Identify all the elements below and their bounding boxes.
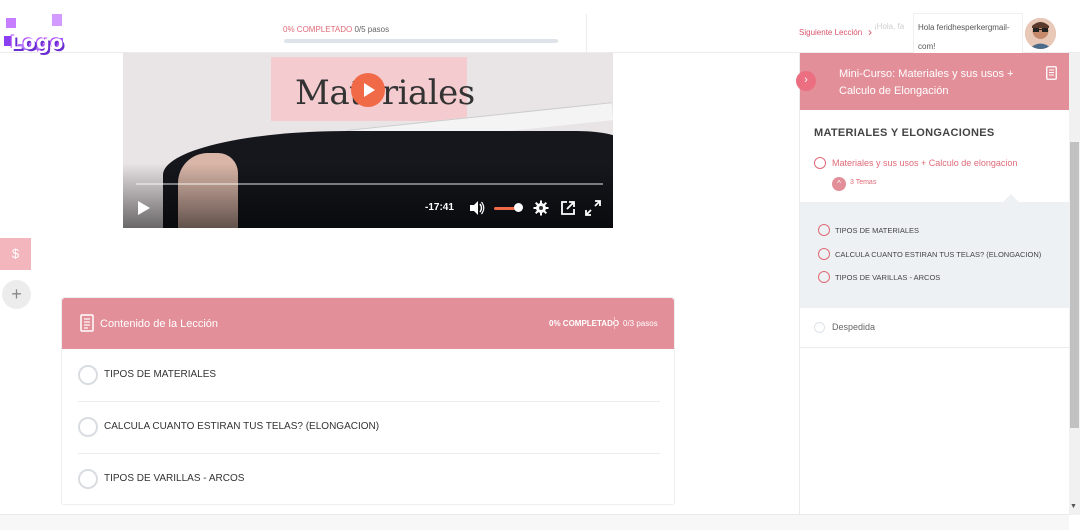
- course-progress-bar: [284, 39, 558, 43]
- sidebar-topic-label[interactable]: TIPOS DE VARILLAS - ARCOS: [835, 273, 940, 282]
- topics-count[interactable]: 3 Temas: [850, 179, 876, 186]
- lesson-content-card: Contenido de la Lección 0% COMPLETADO 0/…: [61, 297, 675, 505]
- bottom-strip: [0, 514, 1069, 530]
- greeting-text: ¡Hola, fa: [874, 22, 905, 31]
- topics-panel: TIPOS DE MATERIALES CALCULA CUANTO ESTIR…: [800, 202, 1070, 308]
- document-icon: [80, 314, 94, 332]
- header-divider: [586, 14, 587, 52]
- header-separator: [614, 317, 615, 329]
- status-circle-icon[interactable]: [818, 248, 830, 260]
- next-lesson-link[interactable]: Siguiente Lección: [799, 28, 862, 37]
- course-progress-text: 0% COMPLETADO 0/5 pasos: [283, 25, 389, 34]
- lesson-content-header: Contenido de la Lección 0% COMPLETADO 0/…: [62, 298, 674, 349]
- user-email-text: Hola feridhesperkergmail-com!: [918, 23, 1010, 51]
- avatar[interactable]: [1025, 18, 1056, 49]
- page-root: Logo 0% COMPLETADO 0/5 pasos Siguiente L…: [0, 0, 1080, 530]
- status-circle-icon[interactable]: [818, 271, 830, 283]
- play-icon[interactable]: [137, 201, 151, 215]
- sidebar-lesson-label[interactable]: Despedida: [832, 322, 875, 332]
- scroll-down-arrow-icon[interactable]: ▼: [1070, 503, 1077, 510]
- volume-slider-handle[interactable]: [514, 203, 523, 212]
- top-bar: Logo 0% COMPLETADO 0/5 pasos Siguiente L…: [0, 0, 1080, 54]
- user-tooltip: Hola feridhesperkergmail-com!: [913, 13, 1023, 53]
- status-circle-icon[interactable]: [78, 469, 98, 489]
- lesson-topic-item[interactable]: CALCULA CUANTO ESTIRAN TUS TELAS? (ELONG…: [78, 401, 660, 453]
- status-circle-icon[interactable]: [818, 224, 830, 236]
- video-title: Materiales: [295, 73, 475, 113]
- logo[interactable]: Logo: [4, 14, 64, 54]
- play-overlay-button[interactable]: [351, 73, 385, 107]
- lesson-content-title: Contenido de la Lección: [100, 318, 219, 330]
- status-circle-icon[interactable]: [78, 365, 98, 385]
- course-title[interactable]: Mini-Curso: Materiales y sus usos + Calc…: [839, 66, 1029, 100]
- external-link-icon[interactable]: [560, 200, 576, 216]
- volume-icon[interactable]: [469, 200, 485, 216]
- chevron-right-icon[interactable]: ›: [868, 25, 872, 39]
- lesson-topic-label: TIPOS DE MATERIALES: [104, 369, 217, 380]
- status-circle-icon[interactable]: [814, 157, 826, 169]
- sidebar-header: Mini-Curso: Materiales y sus usos + Calc…: [800, 53, 1070, 110]
- sidebar-lesson-label[interactable]: Materiales y sus usos + Calculo de elong…: [832, 158, 1017, 168]
- lesson-progress-steps: 0/3 pasos: [623, 319, 658, 328]
- add-button[interactable]: +: [2, 280, 31, 309]
- video-player[interactable]: Materiales -17:41: [123, 53, 613, 228]
- lesson-topic-label: TIPOS DE VARILLAS - ARCOS: [104, 473, 245, 484]
- course-sidebar: Mini-Curso: Materiales y sus usos + Calc…: [796, 53, 1070, 530]
- gear-icon[interactable]: [533, 200, 549, 216]
- lesson-topic-item[interactable]: TIPOS DE VARILLAS - ARCOS: [78, 453, 660, 505]
- sidebar-topic-label[interactable]: TIPOS DE MATERIALES: [835, 226, 919, 235]
- chevron-up-icon[interactable]: ^: [832, 177, 846, 191]
- sidebar-divider: [800, 347, 1070, 348]
- video-controls-gradient: [123, 163, 613, 228]
- sidebar-toggle-button[interactable]: ›: [796, 71, 816, 91]
- dollar-button[interactable]: $: [0, 238, 31, 270]
- video-scrubber[interactable]: [136, 183, 603, 185]
- logo-text: Logo: [10, 32, 64, 54]
- document-icon: [1046, 66, 1057, 80]
- status-circle-icon[interactable]: [78, 417, 98, 437]
- lesson-topic-label: CALCULA CUANTO ESTIRAN TUS TELAS? (ELONG…: [104, 421, 380, 432]
- fullscreen-icon[interactable]: [585, 200, 601, 216]
- scrollbar-thumb[interactable]: [1070, 142, 1079, 428]
- course-progress-steps: 0/5 pasos: [354, 25, 390, 34]
- sidebar-topic-label[interactable]: CALCULA CUANTO ESTIRAN TUS TELAS? (ELONG…: [835, 250, 1041, 259]
- section-title: MATERIALES Y ELONGACIONES: [814, 127, 995, 139]
- lesson-topic-item[interactable]: TIPOS DE MATERIALES: [78, 349, 660, 401]
- lesson-progress-pct: 0% COMPLETADO: [549, 319, 620, 328]
- video-time-remaining: -17:41: [425, 202, 454, 213]
- course-progress-pct: 0% COMPLETADO: [283, 25, 353, 34]
- status-circle-icon[interactable]: [814, 322, 825, 333]
